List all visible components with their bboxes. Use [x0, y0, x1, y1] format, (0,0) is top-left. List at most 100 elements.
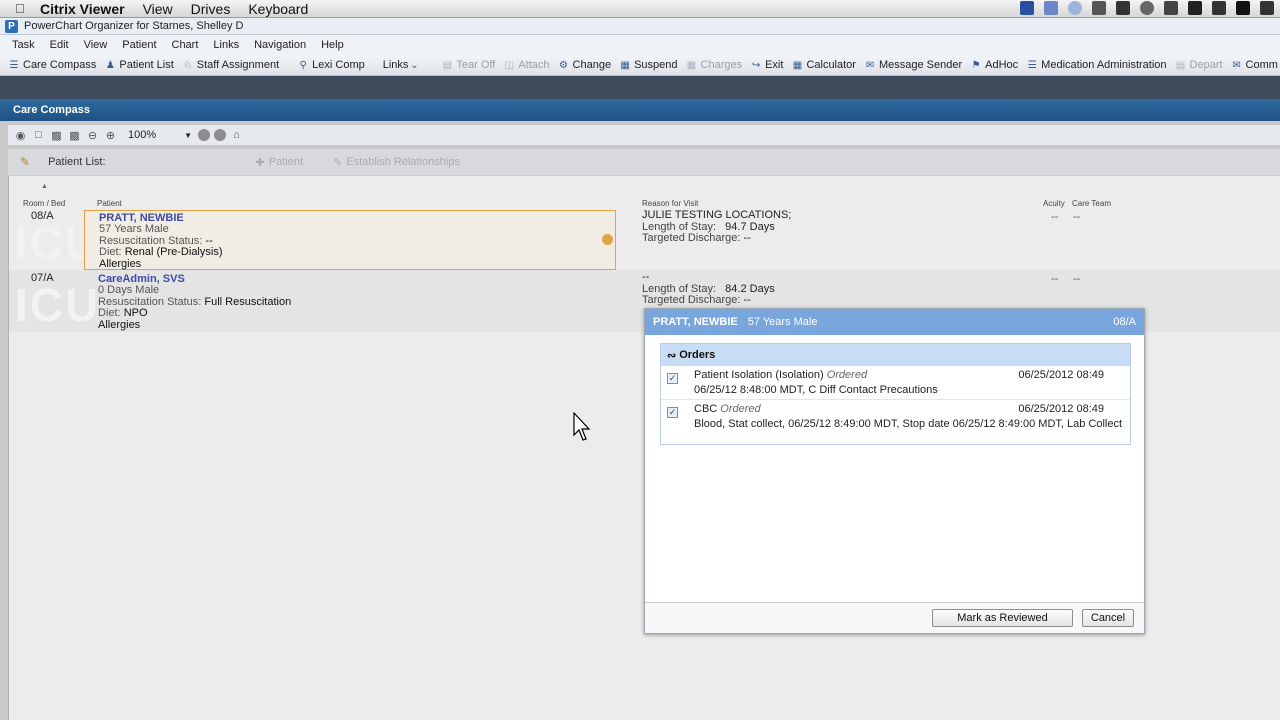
patient-list-button[interactable]: ♟ Patient List — [104, 59, 174, 71]
mark-as-reviewed-button[interactable]: Mark as Reviewed — [932, 609, 1073, 627]
diet: Diet: Renal (Pre-Dialysis) — [99, 246, 223, 258]
reason-for-visit: JULIE TESTING LOCATIONS; Length of Stay:… — [642, 209, 792, 244]
mouse-cursor-icon — [573, 412, 591, 441]
patient-row[interactable]: ICU 08/A PRATT, NEWBIE 57 Years Male Res… — [9, 208, 1280, 270]
patient-card[interactable]: CareAdmin, SVS 0 Days Male Resuscitation… — [84, 272, 616, 332]
column-room-bed[interactable]: Room / Bed — [23, 199, 65, 208]
cancel-button[interactable]: Cancel — [1082, 609, 1134, 627]
acuity-value: -- — [1051, 273, 1059, 285]
column-patient[interactable]: Patient — [97, 199, 122, 208]
column-reason-for-visit[interactable]: Reason for Visit — [642, 199, 698, 208]
communicate-icon: ✉ — [1232, 59, 1241, 71]
person-icon: ♟ — [105, 59, 115, 71]
app-title: PowerChart Organizer for Starnes, Shelle… — [24, 20, 244, 32]
apple-icon[interactable]:  — [0, 1, 40, 16]
charges-button[interactable]: ▦ Charges — [686, 59, 742, 71]
binoculars-icon[interactable]: ◉ — [14, 129, 27, 142]
menu-help[interactable]: Help — [321, 39, 344, 51]
suspend-button[interactable]: ▦ Suspend — [619, 59, 677, 71]
add-patient-button[interactable]: ✚ Patient — [256, 156, 303, 169]
adhoc-button[interactable]: ⚑ AdHoc — [970, 59, 1019, 71]
tray-display-icon[interactable] — [1236, 1, 1250, 15]
mac-menu-drives[interactable]: Drives — [191, 1, 231, 17]
mac-menu-citrix-viewer[interactable]: Citrix Viewer — [40, 1, 125, 17]
establish-relationships-button[interactable]: ✎ Establish Relationships — [333, 156, 460, 169]
care-compass-button[interactable]: ☰ Care Compass — [8, 59, 97, 71]
diet: Diet: NPO — [98, 307, 148, 319]
dialog-patient-age-sex: 57 Years Male — [747, 316, 818, 328]
attach-button[interactable]: ◫ Attach — [503, 59, 550, 71]
order-checkbox[interactable]: ✓ — [667, 373, 678, 384]
relationship-icon: ✎ — [333, 156, 343, 169]
main-toolbar: ☰ Care Compass ♟ Patient List ♘ Staff Assig… — [0, 55, 1280, 76]
tray-app-icon[interactable] — [1020, 1, 1034, 15]
zoom-out-icon[interactable]: ⊖ — [86, 129, 99, 142]
plus-icon: ✚ — [255, 156, 265, 169]
depart-icon: ▤ — [1175, 59, 1186, 71]
tray-paw-icon[interactable] — [1212, 1, 1226, 15]
tray-time-machine-icon[interactable] — [1140, 1, 1154, 15]
edit-list-icon[interactable]: ✎ — [20, 155, 30, 169]
chevron-down-icon: ⌄ — [410, 59, 419, 71]
change-button[interactable]: ⚙ Change — [558, 59, 611, 71]
mac-menu-view[interactable]: View — [143, 1, 173, 17]
system-tray — [1020, 1, 1274, 15]
print-preview-icon[interactable]: ▩ — [68, 129, 81, 142]
medication-administration-button[interactable]: ☰ Medication Administration — [1026, 59, 1167, 71]
allergies: Allergies — [99, 257, 142, 270]
tray-bluetooth-icon[interactable] — [1164, 1, 1178, 15]
mac-menu-keyboard[interactable]: Keyboard — [248, 1, 308, 17]
page-title: Care Compass — [13, 104, 91, 116]
tear-off-button[interactable]: ▤ Tear Off — [441, 59, 496, 71]
forward-icon[interactable] — [214, 129, 226, 141]
dialog-patient-name: PRATT, NEWBIE — [653, 316, 738, 328]
charges-icon: ▦ — [686, 59, 697, 71]
back-icon[interactable] — [198, 129, 210, 141]
lexi-comp-button[interactable]: ⚲ Lexi Comp — [297, 59, 364, 71]
sort-ascending-icon[interactable]: ▲ — [41, 183, 48, 190]
menu-edit[interactable]: Edit — [50, 39, 69, 51]
reason-for-visit: -- Length of Stay: 84.2 Days Targeted Di… — [642, 271, 775, 306]
links-button[interactable]: Links ⌄ — [383, 59, 424, 71]
communicate-button[interactable]: ✉ Comm — [1231, 59, 1278, 71]
calculator-button[interactable]: ▦ Calculator — [791, 59, 856, 71]
dialog-room-bed: 08/A — [1113, 316, 1136, 328]
menu-chart[interactable]: Chart — [172, 39, 199, 51]
tray-sync-icon[interactable] — [1068, 1, 1082, 15]
message-sender-button[interactable]: ✉ Message Sender — [864, 59, 962, 71]
alert-icon[interactable] — [602, 234, 613, 245]
tray-camera-icon[interactable] — [1116, 1, 1130, 15]
tray-pen-icon[interactable] — [1092, 1, 1106, 15]
menu-navigation[interactable]: Navigation — [254, 39, 306, 51]
menu-view[interactable]: View — [84, 39, 108, 51]
patient-list-label: Patient List: — [48, 156, 106, 168]
column-acuity[interactable]: Acuity — [1043, 199, 1065, 208]
patient-name-link[interactable]: PRATT, NEWBIE — [99, 212, 615, 224]
tray-dropbox-icon[interactable] — [1188, 1, 1202, 15]
tray-shield-icon[interactable] — [1044, 1, 1058, 15]
menu-patient[interactable]: Patient — [122, 39, 156, 51]
order-status: Ordered — [826, 369, 868, 381]
exit-button[interactable]: ↪ Exit — [750, 59, 784, 71]
tray-wifi-icon[interactable] — [1260, 1, 1274, 15]
care-compass-toolbar: ◉ □ ▩ ▩ ⊖ ⊕ 100% ▼ ⌂ — [8, 125, 1280, 145]
order-date: 06/25/2012 08:49 — [1018, 403, 1104, 415]
zoom-in-icon[interactable]: ⊕ — [104, 129, 117, 142]
home-icon[interactable]: ⌂ — [230, 129, 243, 142]
patient-name-link[interactable]: CareAdmin, SVS — [98, 273, 616, 285]
page-icon[interactable]: □ — [32, 129, 45, 142]
dialog-header: PRATT, NEWBIE 57 Years Male 08/A — [645, 309, 1144, 335]
chevron-down-icon: ▼ — [184, 130, 192, 140]
column-care-team[interactable]: Care Team — [1072, 199, 1111, 208]
print-icon[interactable]: ▩ — [50, 129, 63, 142]
zoom-select[interactable]: 100% ▼ — [128, 129, 192, 141]
patient-card[interactable]: PRATT, NEWBIE 57 Years Male Resuscitatio… — [84, 210, 616, 270]
depart-button[interactable]: ▤ Depart — [1175, 59, 1223, 71]
app-title-bar: P PowerChart Organizer for Starnes, Shel… — [0, 18, 1280, 35]
menu-task[interactable]: Task — [12, 39, 35, 51]
app-menu-bar: Task Edit View Patient Chart Links Navig… — [0, 35, 1280, 55]
care-team-value: -- — [1073, 273, 1081, 285]
staff-assignment-button[interactable]: ♘ Staff Assignment — [182, 59, 279, 71]
order-checkbox[interactable]: ✓ — [667, 407, 678, 418]
menu-links[interactable]: Links — [213, 39, 239, 51]
